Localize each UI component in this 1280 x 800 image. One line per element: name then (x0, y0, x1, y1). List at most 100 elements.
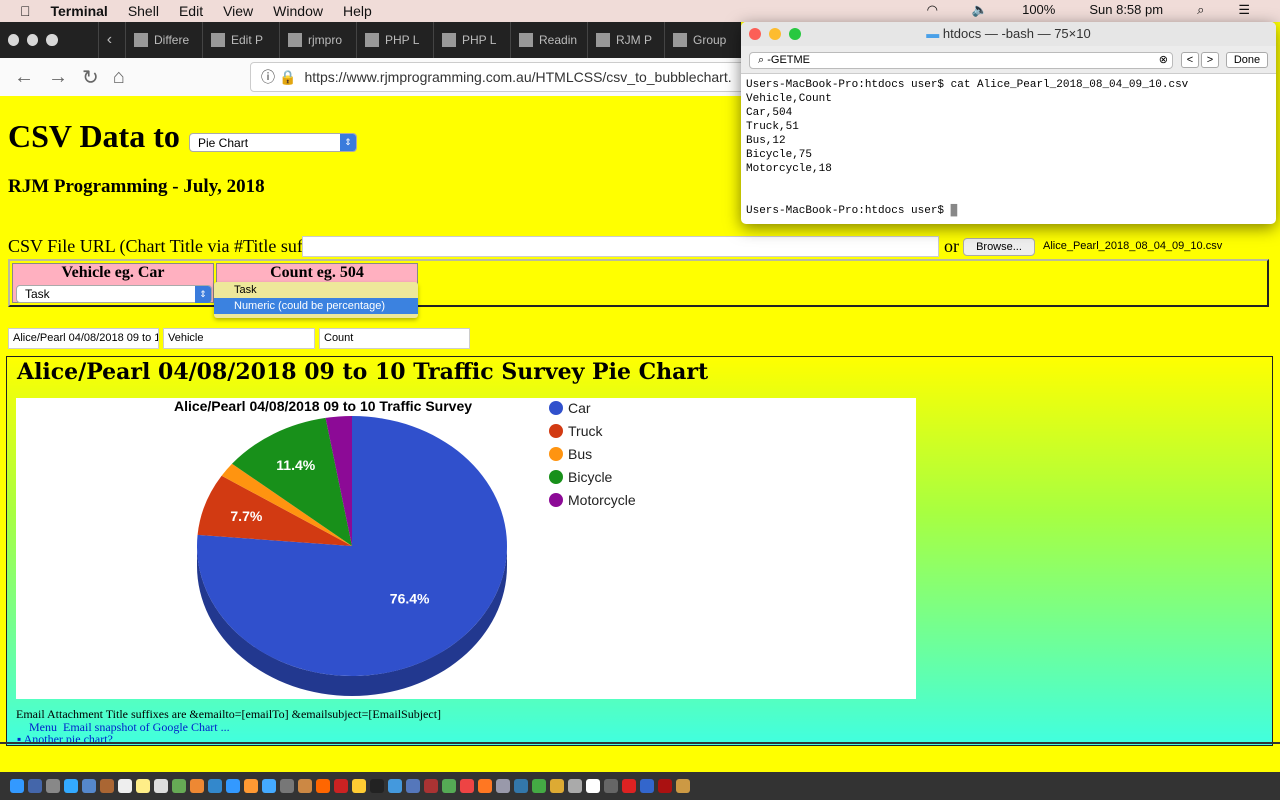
dock-app-icon[interactable] (676, 779, 690, 793)
list-icon[interactable]: ☰ (1238, 2, 1250, 18)
dock-app-icon[interactable] (460, 779, 474, 793)
dock-app-icon[interactable] (226, 779, 240, 793)
column-type-select[interactable]: Task ⇕ (16, 285, 212, 303)
forward-icon[interactable]: → (48, 66, 68, 89)
url-bar[interactable]: ⓘ 🔒 https://www.rjmprogramming.com.au/HTML… (250, 62, 750, 92)
browser-tab[interactable]: PHP L (356, 22, 433, 58)
dock-app-icon[interactable] (154, 779, 168, 793)
window-minimize-button[interactable] (27, 34, 39, 46)
window-close-button[interactable] (8, 34, 20, 46)
find-text: -GETME (767, 54, 810, 66)
dock-app-icon[interactable] (658, 779, 672, 793)
chart-title-input[interactable]: Alice/Pearl 04/08/2018 09 to 10 Traffic … (8, 328, 159, 349)
terminal-line: Users-MacBook-Pro:htdocs user$ cat Alice… (746, 79, 1189, 91)
dock-app-icon[interactable] (262, 779, 276, 793)
option-numeric[interactable]: Numeric (could be percentage) (214, 298, 418, 314)
browse-button[interactable]: Browse... (963, 238, 1035, 256)
legend-marker (549, 493, 563, 507)
browser-tab[interactable]: RJM P (587, 22, 664, 58)
menu-app[interactable]: Terminal (51, 3, 108, 19)
back-icon[interactable]: ← (14, 66, 34, 89)
dock-app-icon[interactable] (64, 779, 78, 793)
dock-app-icon[interactable] (568, 779, 582, 793)
menu-view[interactable]: View (223, 3, 253, 19)
terminal-line: Bus,12 (746, 135, 786, 147)
find-previous-button[interactable]: < (1181, 52, 1199, 68)
folder-icon: ▬ (926, 26, 940, 41)
dock-app-icon[interactable] (280, 779, 294, 793)
dock-app-icon[interactable] (370, 779, 384, 793)
browser-tab[interactable]: Group (664, 22, 741, 58)
dock-app-icon[interactable] (334, 779, 348, 793)
browser-tab[interactable]: rjmpro (279, 22, 356, 58)
dock-app-icon[interactable] (406, 779, 420, 793)
tab-label: Edit P (231, 33, 264, 47)
dock-app-icon[interactable] (352, 779, 366, 793)
close-button[interactable] (749, 28, 761, 40)
option-task[interactable]: Task (214, 282, 418, 298)
x-label-input[interactable]: Vehicle (163, 328, 315, 349)
dock-app-icon[interactable] (586, 779, 600, 793)
dock-app-icon[interactable] (46, 779, 60, 793)
dock-app-icon[interactable] (640, 779, 654, 793)
dock-app-icon[interactable] (172, 779, 186, 793)
dock-app-icon[interactable] (298, 779, 312, 793)
done-button[interactable]: Done (1226, 52, 1268, 68)
url-text: https://www.rjmprogramming.com.au/HTMLCS… (304, 69, 732, 85)
battery-level[interactable]: 100% (1022, 2, 1055, 18)
window-zoom-button[interactable] (46, 34, 58, 46)
dock-app-icon[interactable] (496, 779, 510, 793)
dock-app-icon[interactable] (532, 779, 546, 793)
tab-label: Readin (539, 33, 578, 47)
menu-edit[interactable]: Edit (179, 3, 203, 19)
legend-label: Car (568, 400, 591, 416)
dock-app-icon[interactable] (136, 779, 150, 793)
menu-shell[interactable]: Shell (128, 3, 159, 19)
volume-icon[interactable]: 🔈 (972, 2, 988, 18)
find-next-button[interactable]: > (1201, 52, 1219, 68)
terminal-output[interactable]: Users-MacBook-Pro:htdocs user$ cat Alice… (741, 74, 1276, 222)
dock-app-icon[interactable] (208, 779, 222, 793)
dock-app-icon[interactable] (10, 779, 24, 793)
y-label-input[interactable]: Count (319, 328, 470, 349)
browser-tab[interactable]: PHP L (433, 22, 510, 58)
dock-app-icon[interactable] (514, 779, 528, 793)
browser-tab[interactable]: Differe (125, 22, 202, 58)
dock-app-icon[interactable] (622, 779, 636, 793)
browser-tab[interactable]: Readin (510, 22, 587, 58)
reload-icon[interactable]: ↻ (82, 65, 99, 90)
dock-app-icon[interactable] (244, 779, 258, 793)
slice-label: 11.4% (276, 457, 315, 473)
dock-app-icon[interactable] (190, 779, 204, 793)
nav-bar: ← → ↻ ⌂ ⓘ 🔒 https://www.rjmprogramming.com… (0, 58, 750, 96)
menu-window[interactable]: Window (273, 3, 323, 19)
dock-app-icon[interactable] (316, 779, 330, 793)
csv-url-input[interactable] (302, 236, 939, 257)
apple-icon[interactable]:  (20, 3, 31, 19)
dock-app-icon[interactable] (100, 779, 114, 793)
column-type-dropdown[interactable]: Task Numeric (could be percentage) (214, 282, 418, 318)
minimize-button[interactable] (769, 28, 781, 40)
menu-help[interactable]: Help (343, 3, 372, 19)
clock[interactable]: Sun 8:58 pm (1089, 2, 1163, 18)
zoom-button[interactable] (789, 28, 801, 40)
dock-app-icon[interactable] (478, 779, 492, 793)
wifi-icon[interactable]: ◠ (927, 2, 938, 18)
chart-type-select[interactable]: Pie Chart ⇕ (189, 133, 357, 152)
dock-app-icon[interactable] (118, 779, 132, 793)
dock-app-icon[interactable] (28, 779, 42, 793)
find-input[interactable]: ⌕ -GETME ⊗ (749, 52, 1173, 69)
dock-app-icon[interactable] (424, 779, 438, 793)
home-icon[interactable]: ⌂ (113, 66, 125, 89)
dock-app-icon[interactable] (82, 779, 96, 793)
browser-tab[interactable]: Edit P (202, 22, 279, 58)
dock-app-icon[interactable] (604, 779, 618, 793)
column-header: Count eg. 504 (270, 264, 364, 281)
info-icon[interactable]: ⓘ (261, 67, 275, 87)
search-icon[interactable]: ⌕ (1197, 2, 1204, 18)
clear-icon[interactable]: ⊗ (1159, 53, 1168, 68)
dock-app-icon[interactable] (550, 779, 564, 793)
dock-app-icon[interactable] (388, 779, 402, 793)
tab-scroll-left[interactable]: ‹ (97, 22, 125, 58)
dock-app-icon[interactable] (442, 779, 456, 793)
